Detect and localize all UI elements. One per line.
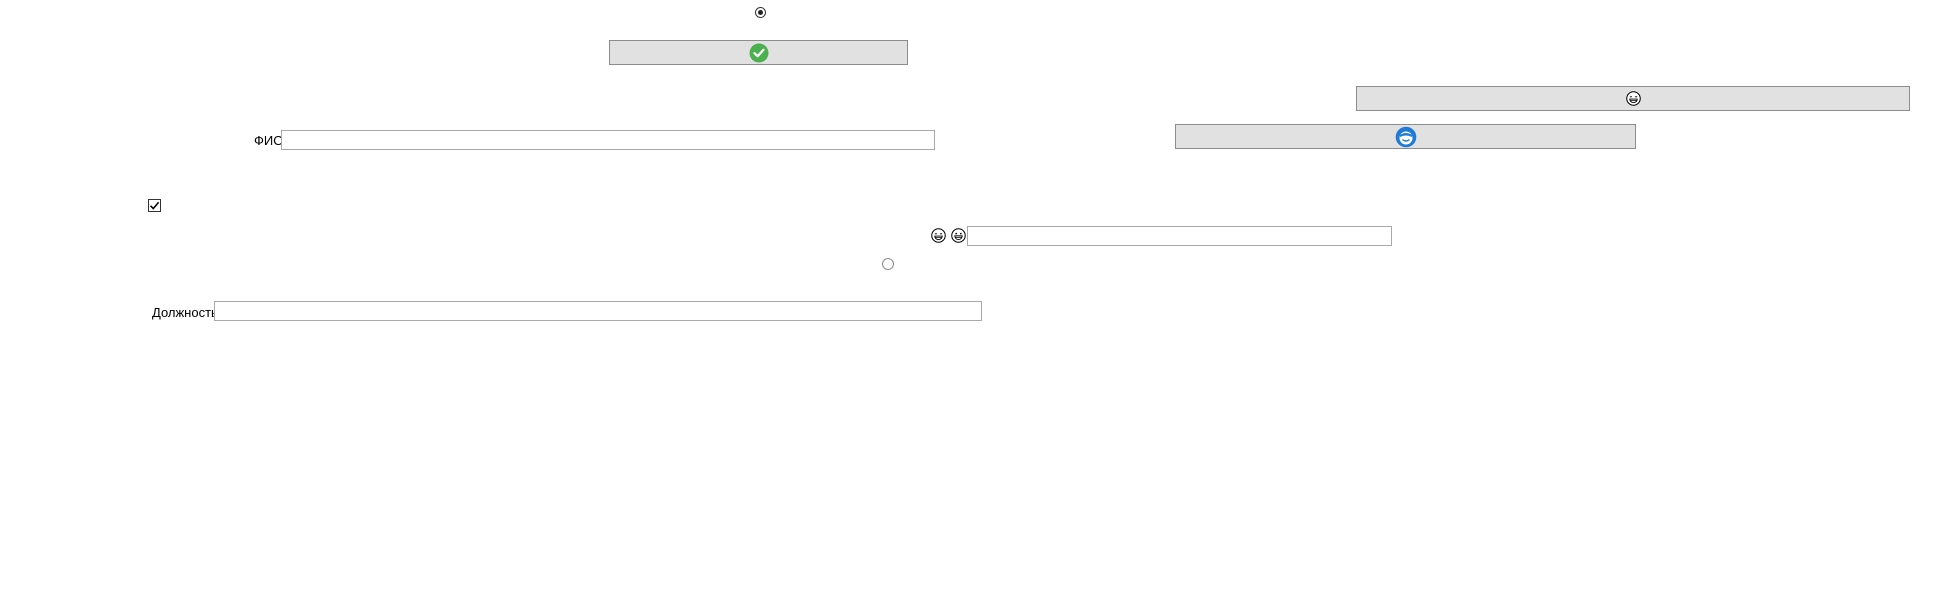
position-label: Должность <box>152 305 218 320</box>
emoji-input[interactable] <box>967 226 1392 246</box>
grinning-face-icon <box>951 228 966 243</box>
blue-face-icon <box>1395 126 1416 147</box>
position-input[interactable] <box>214 301 982 321</box>
checkmark-icon <box>150 201 160 210</box>
radio-selected-dot <box>758 10 763 15</box>
radio-option-middle[interactable] <box>882 258 894 270</box>
face-button[interactable] <box>1356 86 1910 111</box>
radio-option-top[interactable] <box>755 7 766 18</box>
grinning-face-icon <box>931 228 946 243</box>
green-check-circle-icon <box>749 43 768 62</box>
fio-label: ФИО <box>254 133 284 148</box>
confirm-button[interactable] <box>609 40 908 65</box>
fio-input[interactable] <box>281 130 935 150</box>
grinning-face-icon <box>1625 91 1641 106</box>
blue-face-button[interactable] <box>1175 124 1636 149</box>
agree-checkbox[interactable] <box>148 199 161 212</box>
emoji-pair <box>931 228 966 243</box>
